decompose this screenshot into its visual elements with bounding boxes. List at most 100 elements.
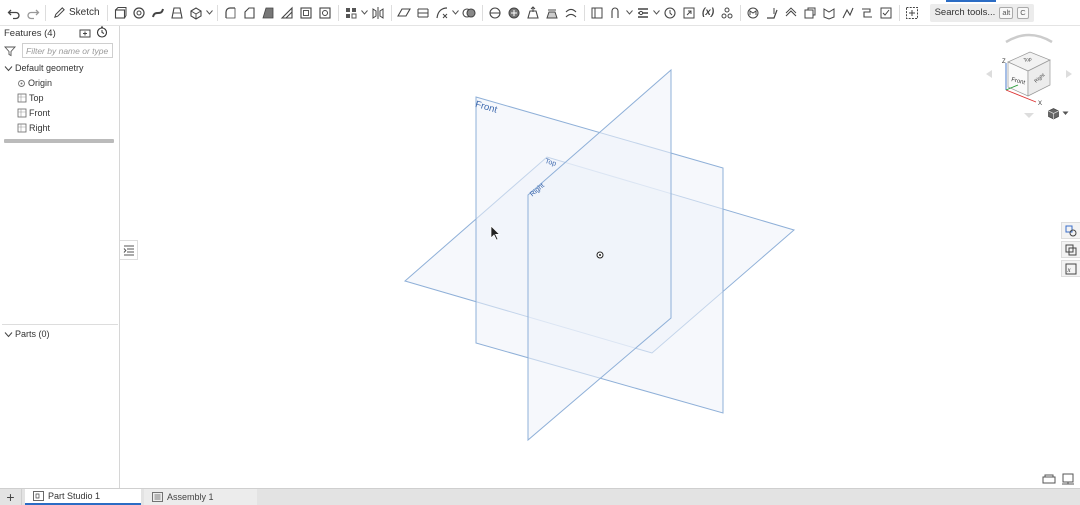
view-rotate-arc[interactable] bbox=[1005, 33, 1053, 44]
sheet-metal-button[interactable] bbox=[744, 3, 763, 23]
view-arrow-right[interactable] bbox=[1066, 70, 1072, 78]
modify-fillet-button[interactable] bbox=[588, 3, 607, 23]
view-arrow-down[interactable] bbox=[1024, 113, 1034, 118]
add-tab-button[interactable]: + bbox=[0, 489, 22, 505]
import-button[interactable] bbox=[680, 3, 699, 23]
appearance-panel-button[interactable] bbox=[1061, 222, 1080, 239]
form-button[interactable] bbox=[839, 3, 858, 23]
tree-group-label: Default geometry bbox=[15, 63, 84, 73]
delete-face-button[interactable] bbox=[607, 3, 626, 23]
flat-button[interactable] bbox=[877, 3, 896, 23]
parts-label: Parts (0) bbox=[15, 329, 50, 339]
view-arrow-left[interactable] bbox=[986, 70, 992, 78]
more-caret[interactable] bbox=[361, 3, 369, 23]
curve-button[interactable] bbox=[433, 3, 452, 23]
measure-button[interactable] bbox=[661, 3, 680, 23]
chevron-down-icon bbox=[206, 10, 213, 15]
named-views-icon[interactable] bbox=[1042, 473, 1056, 485]
toolbar-separator bbox=[106, 4, 108, 21]
sketch-button[interactable]: Sketch bbox=[49, 3, 104, 23]
configurations-panel-button[interactable] bbox=[1061, 241, 1080, 258]
search-tools-button[interactable]: Search tools... alt C bbox=[929, 3, 1034, 22]
draft-icon bbox=[262, 7, 274, 18]
tree-item-front[interactable]: Front bbox=[17, 106, 50, 120]
redo-button[interactable] bbox=[23, 3, 42, 23]
redo-icon bbox=[26, 9, 39, 19]
add-folder-icon[interactable] bbox=[79, 27, 91, 39]
thicken-button[interactable] bbox=[187, 3, 206, 23]
fillet-button[interactable] bbox=[221, 3, 240, 23]
tree-item-label: Front bbox=[29, 108, 51, 118]
more-caret[interactable] bbox=[653, 3, 661, 23]
axis-x-label: X bbox=[1038, 101, 1042, 107]
shell-button[interactable] bbox=[297, 3, 316, 23]
sweep-icon bbox=[152, 8, 165, 17]
revolve-button[interactable] bbox=[130, 3, 149, 23]
app-window: Sketch (x) Search tools... alt C Feature… bbox=[0, 0, 1080, 505]
more-caret[interactable] bbox=[206, 3, 214, 23]
mirror-button[interactable] bbox=[369, 3, 388, 23]
loft-button[interactable] bbox=[168, 3, 187, 23]
tree-group-default-geometry[interactable]: Default geometry bbox=[4, 61, 84, 75]
tab-part-studio[interactable]: Part Studio 1 bbox=[25, 489, 141, 505]
bend-button[interactable] bbox=[820, 3, 839, 23]
variable-button[interactable]: (x) bbox=[699, 7, 718, 18]
tab-assembly[interactable]: Assembly 1 bbox=[144, 489, 257, 505]
molecule-icon bbox=[721, 7, 733, 18]
filter-input[interactable] bbox=[22, 43, 113, 58]
thicken-icon bbox=[190, 6, 202, 20]
sketch-label: Sketch bbox=[69, 7, 100, 18]
feature-pattern-button[interactable] bbox=[718, 3, 737, 23]
flange-button[interactable] bbox=[763, 3, 782, 23]
tree-item-origin[interactable]: Origin bbox=[17, 76, 52, 90]
chevron-down-icon[interactable] bbox=[4, 64, 13, 73]
tree-item-top[interactable]: Top bbox=[17, 91, 44, 105]
chevron-down-icon[interactable] bbox=[4, 330, 13, 339]
helix-button[interactable] bbox=[414, 3, 433, 23]
rib-button[interactable] bbox=[278, 3, 297, 23]
import-icon bbox=[683, 7, 695, 18]
replace-face-button[interactable] bbox=[543, 3, 562, 23]
corner-button[interactable] bbox=[858, 3, 877, 23]
delete-face-icon bbox=[611, 7, 619, 18]
extrude-button[interactable] bbox=[111, 3, 130, 23]
draft-button[interactable] bbox=[259, 3, 278, 23]
variable-list-button[interactable] bbox=[634, 3, 653, 23]
tab-button[interactable] bbox=[801, 3, 820, 23]
tab-label: Part Studio 1 bbox=[48, 491, 101, 501]
offset-surface-icon bbox=[565, 8, 577, 17]
more-caret[interactable] bbox=[626, 3, 634, 23]
shell-icon bbox=[300, 6, 312, 19]
tree-item-right[interactable]: Right bbox=[17, 121, 50, 135]
shortcut-key-alt: alt bbox=[999, 6, 1014, 19]
hole-button[interactable] bbox=[316, 3, 335, 23]
fillet-icon bbox=[225, 6, 236, 18]
panel-scrollbar[interactable] bbox=[4, 139, 114, 143]
variables-panel-button[interactable]: x bbox=[1061, 260, 1080, 277]
move-face-button[interactable] bbox=[524, 3, 543, 23]
tab-bar: + Part Studio 1 Assembly 1 bbox=[0, 488, 1080, 505]
plane-button[interactable] bbox=[395, 3, 414, 23]
split-button[interactable] bbox=[486, 3, 505, 23]
transform-button[interactable] bbox=[505, 3, 524, 23]
svg-text:x: x bbox=[1067, 266, 1072, 274]
section-view-icon[interactable] bbox=[1061, 473, 1075, 485]
rollback-clock-icon[interactable] bbox=[96, 26, 108, 38]
hem-button[interactable] bbox=[782, 3, 801, 23]
chamfer-button[interactable] bbox=[240, 3, 259, 23]
more-caret[interactable] bbox=[452, 3, 460, 23]
tree-item-label: Right bbox=[29, 123, 51, 133]
undo-button[interactable] bbox=[4, 3, 23, 23]
axis-z-label: Z bbox=[1002, 59, 1006, 65]
sheet-metal-icon bbox=[747, 7, 759, 18]
parts-group[interactable]: Parts (0) bbox=[4, 327, 50, 341]
display-mode-dropdown[interactable] bbox=[1047, 106, 1071, 120]
frame-button[interactable] bbox=[903, 3, 922, 23]
sweep-button[interactable] bbox=[149, 3, 168, 23]
feature-header: Features (4) bbox=[0, 26, 119, 40]
boolean-button[interactable] bbox=[460, 3, 479, 23]
graphics-viewport[interactable]: Front Top Right bbox=[121, 27, 1080, 488]
shortcut-key-c: C bbox=[1017, 6, 1029, 19]
pattern-button[interactable] bbox=[342, 3, 361, 23]
offset-surface-button[interactable] bbox=[562, 3, 581, 23]
